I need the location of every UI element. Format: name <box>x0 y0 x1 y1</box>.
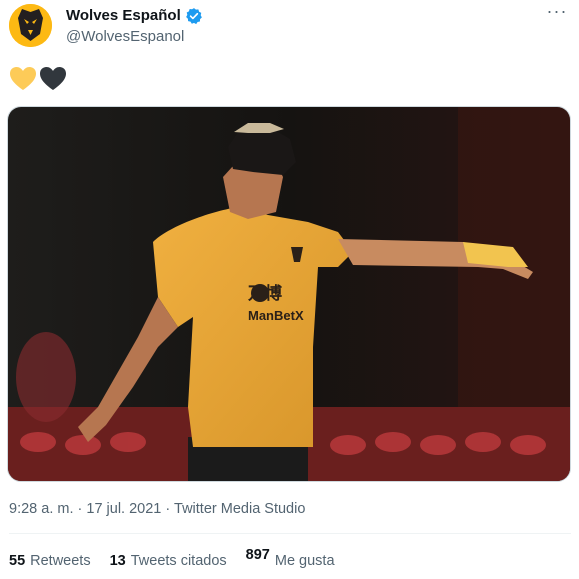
quotes-stat[interactable]: 13 Tweets citados <box>110 553 227 569</box>
handle[interactable]: @WolvesEspanol <box>66 27 203 46</box>
quotes-count: 13 <box>109 553 126 569</box>
player-photo: 万博 ManBetX <box>8 107 570 481</box>
tweet-date[interactable]: 17 jul. 2021 <box>86 501 161 517</box>
tweet-source[interactable]: Twitter Media Studio <box>174 501 305 517</box>
retweets-count: 55 <box>9 553 26 569</box>
avatar[interactable] <box>9 4 52 47</box>
divider <box>9 533 571 534</box>
quotes-label: Tweets citados <box>130 553 227 569</box>
tweet-stats: 55 Retweets 13 Tweets citados 897 Me gus… <box>9 547 335 569</box>
black-heart-icon <box>40 67 66 90</box>
tweet-photo[interactable]: 万博 ManBetX <box>7 106 571 482</box>
more-options-icon[interactable]: ··· <box>545 2 569 24</box>
retweets-stat[interactable]: 55 Retweets <box>9 553 91 569</box>
yellow-heart-icon <box>10 67 36 90</box>
retweets-label: Retweets <box>30 553 91 569</box>
likes-label: Me gusta <box>274 553 335 569</box>
tweet-timestamp: 9:28 a. m. · 17 jul. 2021 · Twitter Medi… <box>9 501 305 517</box>
tweet-header: Wolves Español @WolvesEspanol ··· <box>9 2 571 47</box>
display-name-text[interactable]: Wolves Español <box>66 6 181 25</box>
meta-separator: · <box>77 501 83 517</box>
wolves-crest-icon <box>9 4 52 47</box>
display-name[interactable]: Wolves Español <box>66 6 203 25</box>
tweet-time[interactable]: 9:28 a. m. <box>9 501 73 517</box>
meta-separator-2: · <box>165 501 171 517</box>
likes-count: 897 <box>245 547 270 563</box>
tweet-text <box>9 66 67 92</box>
verified-badge-icon <box>185 7 202 24</box>
likes-stat[interactable]: 897 Me gusta <box>246 547 335 569</box>
shirt-sponsor-text: ManBetX <box>248 308 304 323</box>
